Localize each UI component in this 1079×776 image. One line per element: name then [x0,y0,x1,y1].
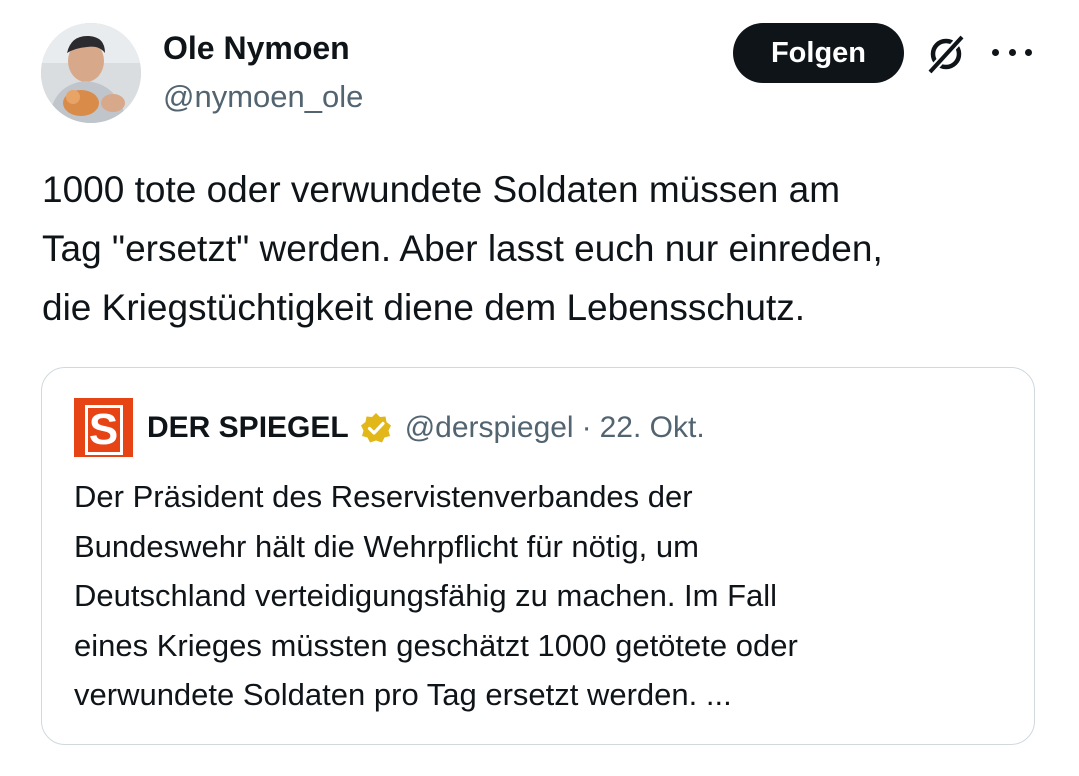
follow-button[interactable]: Folgen [733,23,904,83]
author-name[interactable]: Ole Nymoen [163,29,350,67]
spiegel-logo-icon[interactable]: S [74,398,133,457]
author-avatar[interactable] [41,23,141,123]
quoted-tweet-header: DER SPIEGEL @derspiegel · 22. Okt. [147,406,705,450]
author-handle[interactable]: @nymoen_ole [163,78,363,116]
profile-photo-icon [41,23,141,123]
verified-badge-icon [360,413,391,443]
quoted-tweet-card[interactable]: S DER SPIEGEL @derspiegel · 22. Okt. Der… [41,367,1035,745]
quoted-author-name[interactable]: DER SPIEGEL [147,411,349,445]
spiegel-logo-letter: S [84,405,123,455]
more-options-icon[interactable] [992,37,1032,67]
dot [1025,48,1032,56]
grok-icon[interactable] [922,30,970,78]
separator-dot: · [581,411,592,444]
quoted-tweet-text: Der Präsident des Reservistenverbandes d… [74,479,798,712]
dot [992,48,999,56]
quoted-tweet-date[interactable]: 22. Okt. [600,411,705,445]
quoted-author-handle[interactable]: @derspiegel [405,411,574,445]
dot [1008,48,1016,56]
tweet-text: 1000 tote oder verwundete Soldaten müsse… [42,169,883,328]
